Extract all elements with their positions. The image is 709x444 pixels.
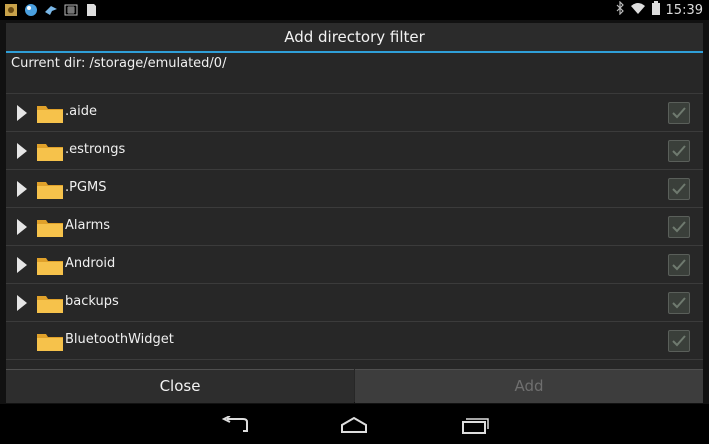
back-icon[interactable] <box>221 415 249 434</box>
expand-arrow-icon[interactable] <box>17 219 27 235</box>
folder-name: .estrongs <box>65 142 126 157</box>
list-item[interactable]: backups <box>6 284 703 322</box>
folder-checkbox[interactable] <box>668 254 690 276</box>
folder-icon <box>36 102 64 124</box>
status-bar: 15:39 <box>0 0 709 20</box>
current-dir-label: Current dir: /storage/emulated/0/ <box>11 56 227 71</box>
folder-name: Android <box>65 256 116 271</box>
folder-checkbox[interactable] <box>668 102 690 124</box>
folder-icon <box>36 216 64 238</box>
folder-checkbox[interactable] <box>668 216 690 238</box>
folder-icon <box>36 254 64 276</box>
folder-icon <box>36 178 64 200</box>
home-icon[interactable] <box>340 416 368 434</box>
folder-checkbox[interactable] <box>668 140 690 162</box>
bluetooth-icon <box>616 0 624 19</box>
folder-icon <box>36 292 64 314</box>
folder-name: BluetoothWidget <box>65 332 174 347</box>
folder-checkbox[interactable] <box>668 292 690 314</box>
expand-arrow-icon[interactable] <box>17 257 27 273</box>
folder-icon <box>36 330 64 352</box>
folder-checkbox[interactable] <box>668 330 690 352</box>
list-item[interactable]: .aide <box>6 94 703 132</box>
folder-name: .PGMS <box>65 180 107 195</box>
dialog-button-bar: Close Add <box>6 369 703 403</box>
expand-arrow-icon[interactable] <box>17 295 27 311</box>
app-icon <box>4 2 18 16</box>
directory-list[interactable]: .aide .estrongs .PGMS Alarms Android bac… <box>6 93 703 369</box>
add-directory-filter-dialog: Add directory filter Current dir: /stora… <box>6 23 703 403</box>
list-item[interactable]: BluetoothWidget <box>6 322 703 360</box>
list-item[interactable]: .PGMS <box>6 170 703 208</box>
clock: 15:39 <box>665 2 703 18</box>
list-item[interactable]: Alarms <box>6 208 703 246</box>
folder-icon <box>36 140 64 162</box>
system-status: 15:39 <box>616 0 703 19</box>
close-button[interactable]: Close <box>6 369 354 403</box>
title-divider <box>6 51 703 53</box>
notification-icons <box>4 2 98 16</box>
folder-checkbox[interactable] <box>668 178 690 200</box>
expand-arrow-icon[interactable] <box>17 181 27 197</box>
folder-name: Alarms <box>65 218 111 233</box>
battery-icon <box>651 1 660 19</box>
wifi-icon <box>630 1 646 19</box>
navigation-bar <box>0 404 709 444</box>
dialog-title: Add directory filter <box>6 23 703 51</box>
sd-card-icon <box>84 2 98 16</box>
expand-arrow-icon[interactable] <box>17 105 27 121</box>
expand-arrow-icon[interactable] <box>17 143 27 159</box>
list-item[interactable]: .estrongs <box>6 132 703 170</box>
keyboard-icon <box>64 2 78 16</box>
folder-name: .aide <box>65 104 97 119</box>
add-button[interactable]: Add <box>355 369 703 403</box>
list-item[interactable]: Android <box>6 246 703 284</box>
globe-icon <box>24 2 38 16</box>
recent-apps-icon[interactable] <box>461 416 489 434</box>
bird-icon <box>44 2 58 16</box>
folder-name: backups <box>65 294 119 309</box>
